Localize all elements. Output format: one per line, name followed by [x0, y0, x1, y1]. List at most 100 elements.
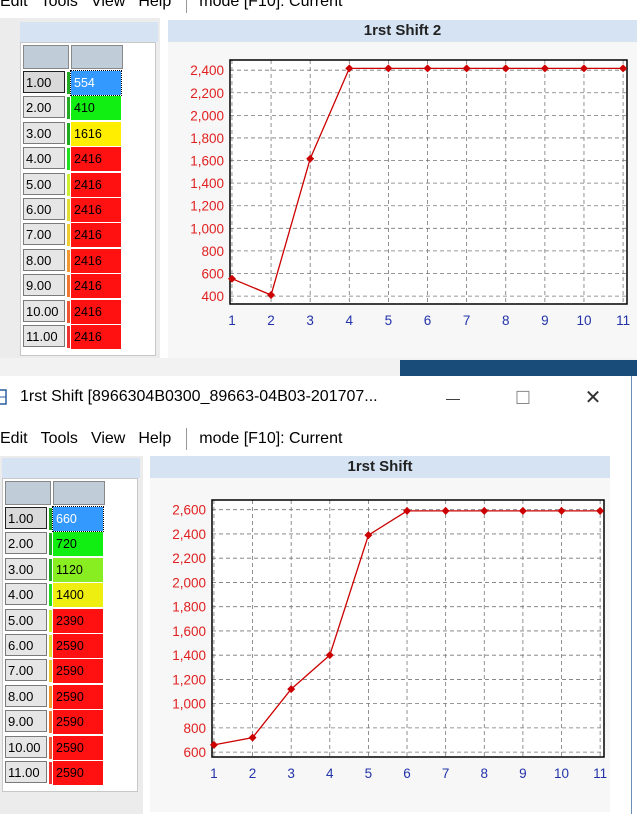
plot-background [230, 60, 627, 304]
row-header[interactable]: 11.00 [5, 761, 47, 783]
row-color-marker [67, 148, 70, 171]
top-left-panel-header [20, 22, 158, 42]
y-tick-label: 1,200 [190, 199, 224, 214]
row-header[interactable]: 4.00 [23, 147, 65, 170]
row-header[interactable]: 7.00 [5, 659, 47, 682]
table-cell[interactable]: 2590 [53, 684, 103, 709]
row-header[interactable]: 4.00 [5, 583, 47, 606]
row-header[interactable]: 2.00 [23, 96, 65, 119]
menu-view[interactable]: View [91, 430, 125, 448]
row-header[interactable]: 3.00 [23, 121, 65, 144]
row-header[interactable]: 6.00 [5, 634, 47, 656]
table-cell[interactable]: 660 [52, 506, 104, 532]
table-row: 2.00 720 [3, 531, 137, 557]
desktop-background [400, 360, 637, 376]
table-row: 6.00 2590 [3, 633, 137, 659]
row-header[interactable]: 9.00 [23, 274, 65, 297]
table-cell[interactable]: 1120 [53, 557, 103, 582]
menu-tools[interactable]: Tools [41, 0, 78, 11]
y-tick-label: 1,200 [172, 672, 206, 687]
menu-tools[interactable]: Tools [41, 430, 78, 448]
menu-separator [186, 0, 188, 13]
row-color-marker [49, 635, 52, 657]
row-color-marker [49, 558, 52, 581]
table-cell[interactable]: 554 [70, 70, 122, 96]
row-header[interactable]: 8.00 [5, 684, 47, 707]
table-cell[interactable]: 2416 [71, 223, 121, 248]
table-cell[interactable]: 2416 [71, 325, 121, 349]
table-column-header[interactable] [53, 481, 105, 505]
table-cell[interactable]: 2590 [53, 659, 103, 684]
menu-help[interactable]: Help [138, 430, 171, 448]
table-cell[interactable]: 2416 [71, 198, 121, 222]
table-cell[interactable]: 2590 [53, 735, 103, 760]
x-tick-label: 3 [287, 766, 295, 781]
row-header[interactable]: 10.00 [5, 735, 47, 758]
bottom-chart-title: 1rst Shift [150, 456, 610, 478]
table-row: 9.00 2590 [3, 709, 137, 735]
row-header[interactable]: 5.00 [23, 172, 65, 195]
y-tick-label: 2,200 [190, 86, 224, 101]
desktop-strip [0, 358, 637, 376]
table-row: 1.00 660 [3, 506, 137, 532]
x-tick-label: 9 [541, 313, 549, 328]
row-header[interactable]: 9.00 [5, 710, 47, 733]
table-cell[interactable]: 720 [53, 532, 103, 557]
row-header[interactable]: 1.00 [5, 507, 47, 529]
top-line-chart: 400 600 800 1,000 1,200 1,400 1,600 1,800 2,000 2… [190, 59, 630, 328]
table-cell[interactable]: 2590 [53, 710, 103, 735]
table-cell[interactable]: 2416 [71, 299, 121, 324]
bottom-chart-area: 600 800 1,000 1,200 1,400 1,600 1,800 2,000 2,20… [150, 478, 610, 812]
row-header[interactable]: 2.00 [5, 532, 47, 555]
table-row: 4.00 2416 [21, 146, 155, 172]
mode-indicator: mode [F10]: Current [199, 430, 343, 447]
x-tick-label: 1 [210, 766, 218, 781]
y-tick-label: 2,400 [190, 63, 224, 78]
table-column-header[interactable] [71, 45, 123, 69]
menu-edit[interactable]: Edit [0, 430, 28, 448]
row-header[interactable]: 11.00 [23, 325, 65, 347]
table-cell[interactable]: 2416 [71, 172, 121, 197]
row-color-marker [49, 711, 52, 734]
y-tick-label: 1,400 [190, 176, 224, 191]
row-color-marker [49, 609, 52, 632]
table-cell[interactable]: 1400 [53, 583, 103, 608]
row-header[interactable]: 5.00 [5, 608, 47, 631]
row-header[interactable]: 8.00 [23, 248, 65, 271]
x-tick-label: 7 [442, 766, 450, 781]
x-tick-label: 2 [249, 766, 257, 781]
table-cell[interactable]: 2416 [71, 274, 121, 299]
bottom-menu-bar: Edit Tools View Help mode [F10]: Current [0, 426, 342, 452]
table-cell[interactable]: 2590 [53, 761, 103, 785]
table-cell[interactable]: 2390 [53, 608, 103, 633]
table-cell[interactable]: 1616 [71, 121, 121, 146]
row-header[interactable]: 10.00 [23, 299, 65, 322]
x-tick-label: 10 [576, 313, 591, 328]
row-header[interactable]: 1.00 [23, 71, 65, 93]
table-row: 4.00 1400 [3, 582, 137, 608]
table-cell[interactable]: 2416 [71, 248, 121, 273]
table-row: 10.00 2416 [21, 299, 155, 325]
maximize-button[interactable]: ☐ [500, 380, 546, 416]
minimize-button[interactable]: — [430, 380, 476, 416]
row-color-marker [67, 326, 70, 348]
table-cell[interactable]: 2590 [53, 634, 103, 658]
row-header[interactable]: 7.00 [23, 223, 65, 246]
row-header[interactable]: 6.00 [23, 198, 65, 220]
table-row: 5.00 2416 [21, 172, 155, 198]
table-row: 5.00 2390 [3, 608, 137, 634]
window-title: 1rst Shift [8966304B0300_89663-04B03-201… [20, 388, 378, 405]
y-tick-label: 1,400 [172, 648, 206, 663]
close-button[interactable]: ✕ [570, 380, 616, 416]
table-cell[interactable]: 2416 [71, 147, 121, 172]
table-cell[interactable]: 410 [71, 96, 121, 121]
x-tick-label: 8 [502, 313, 510, 328]
menu-edit[interactable]: Edit [0, 0, 28, 11]
plot-background [212, 500, 604, 757]
row-header[interactable]: 3.00 [5, 557, 47, 580]
table-row: 2.00 410 [21, 95, 155, 121]
x-tick-label: 6 [424, 313, 432, 328]
menu-help[interactable]: Help [138, 0, 171, 11]
table-corner [5, 481, 51, 505]
menu-view[interactable]: View [91, 0, 125, 11]
